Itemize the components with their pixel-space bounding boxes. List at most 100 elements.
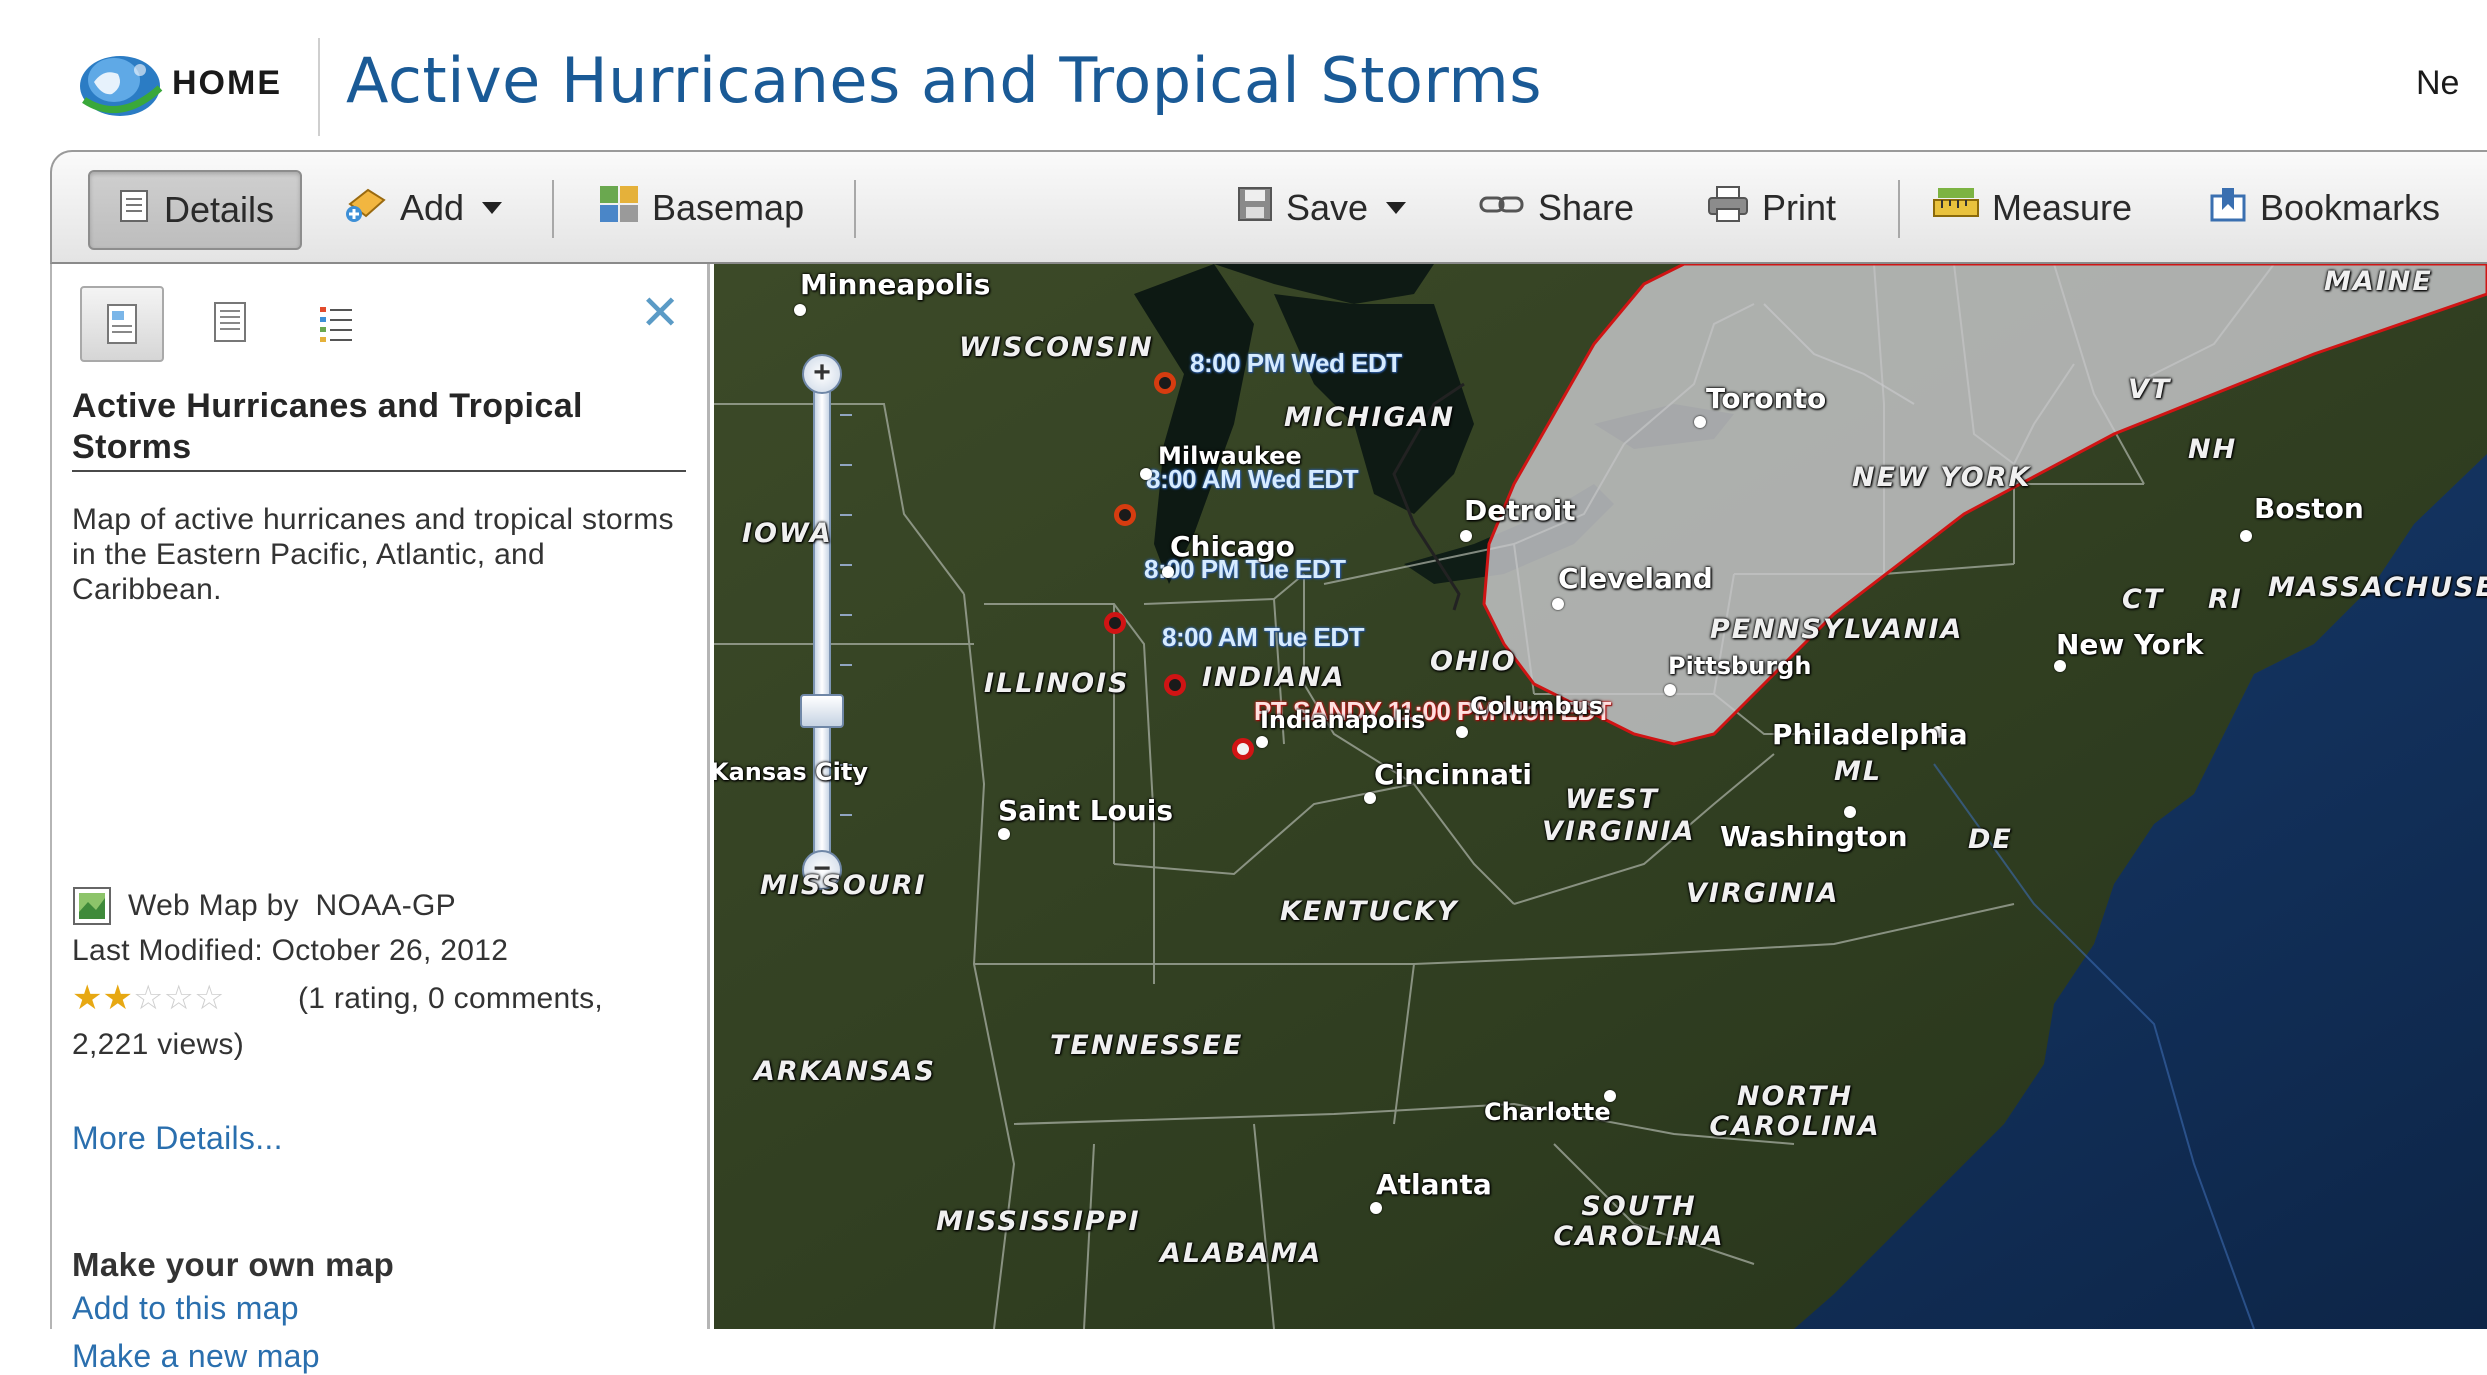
city-marker	[1844, 806, 1856, 818]
globe-logo-icon[interactable]	[74, 42, 166, 122]
rating-stars[interactable]: ★ ★ ☆ ☆ ☆	[72, 980, 224, 1016]
zoom-slider-handle[interactable]	[800, 694, 844, 728]
state-label: MISSISSIPPI	[936, 1206, 1141, 1237]
hurricane-symbol-icon[interactable]	[1232, 738, 1254, 760]
zoom-in-button[interactable]: +	[802, 354, 842, 394]
zoom-tick	[840, 814, 852, 816]
document-icon	[116, 188, 152, 233]
city-label: Cleveland	[1558, 562, 1713, 595]
star-empty-icon[interactable]: ☆	[194, 980, 224, 1016]
city-label: Kansas City	[714, 758, 868, 786]
city-label: Washington	[1720, 820, 1908, 853]
bookmarks-button[interactable]: Bookmarks	[2208, 170, 2440, 246]
basemap-button[interactable]: Basemap	[598, 170, 804, 246]
details-panel: ✕ Active Hurricanes and Tropical Storms …	[50, 264, 710, 1374]
forecast-time-label: 8:00 PM Wed EDT	[1190, 348, 1402, 378]
city-label: Cincinnati	[1374, 758, 1533, 791]
share-button[interactable]: Share	[1478, 170, 1634, 246]
print-button[interactable]: Print	[1706, 170, 1836, 246]
legend-list-icon	[320, 307, 352, 342]
state-label: VT	[2128, 374, 2172, 405]
toolbar-separator	[854, 180, 856, 238]
state-label: ALABAMA	[1160, 1238, 1323, 1269]
details-button[interactable]: Details	[88, 170, 302, 250]
city-marker	[1364, 792, 1376, 804]
map-view[interactable]: 8:00 PM Wed EDT 8:00 AM Wed EDT 8:00 PM …	[714, 264, 2487, 1329]
tab-content[interactable]	[190, 286, 270, 358]
hurricane-symbol-icon[interactable]	[1104, 612, 1126, 634]
make-new-map-link[interactable]: Make a new map	[72, 1338, 320, 1375]
city-label: New York	[2056, 628, 2204, 661]
star-empty-icon[interactable]: ☆	[133, 980, 163, 1016]
home-link[interactable]: HOME	[172, 64, 282, 103]
measure-button[interactable]: Measure	[1932, 170, 2132, 246]
state-label: WISCONSIN	[959, 332, 1154, 363]
toolbar-separator	[1898, 180, 1900, 238]
state-label: IOWA	[742, 518, 833, 549]
zoom-slider-track[interactable]	[813, 376, 831, 870]
make-map-heading: Make your own map	[72, 1246, 395, 1283]
chevron-down-icon	[482, 202, 503, 214]
city-marker	[1140, 468, 1152, 480]
city-marker	[998, 828, 1010, 840]
hurricane-symbol-icon[interactable]	[1154, 372, 1176, 394]
zoom-tick	[840, 464, 852, 466]
more-details-link[interactable]: More Details...	[72, 1120, 283, 1157]
state-label: MASSACHUSE	[2268, 572, 2487, 603]
add-to-map-link[interactable]: Add to this map	[72, 1290, 299, 1327]
city-label: Milwaukee	[1158, 442, 1302, 470]
close-panel-button[interactable]: ✕	[640, 290, 680, 338]
title-underline	[72, 470, 686, 472]
tab-legend[interactable]	[296, 286, 376, 358]
chevron-down-icon	[1386, 202, 1407, 214]
add-button[interactable]: Add	[344, 170, 503, 246]
state-label: RI	[2208, 584, 2243, 615]
zoom-tick	[840, 414, 852, 416]
owner-line: Web Map by NOAA-GP	[72, 886, 456, 926]
city-marker	[1694, 416, 1706, 428]
state-label: SOUTH CAROLINA	[1553, 1191, 1725, 1252]
city-label: Chicago	[1170, 530, 1295, 563]
state-label: VIRGINIA	[1686, 878, 1840, 909]
city-marker	[1162, 566, 1174, 578]
last-modified: Last Modified: October 26, 2012	[72, 934, 509, 967]
state-label: PENNSYLVANIA	[1710, 614, 1964, 645]
ruler-icon	[1932, 186, 1980, 231]
star-filled-icon[interactable]: ★	[102, 980, 132, 1016]
city-label: Indianapolis	[1260, 706, 1426, 734]
add-layer-icon	[344, 184, 388, 233]
state-label: INDIANA	[1202, 662, 1346, 693]
city-label: Pittsburgh	[1668, 652, 1812, 680]
state-label: DE	[1968, 824, 2013, 855]
share-label: Share	[1538, 187, 1635, 228]
city-label: Boston	[2254, 492, 2364, 525]
rating-summary: (1 rating, 0 comments,	[298, 982, 604, 1015]
map-title: Active Hurricanes and Tropical Storms	[72, 387, 583, 466]
state-label: NEW YORK	[1852, 462, 2032, 493]
tab-about[interactable]	[80, 286, 164, 362]
zoom-tick	[840, 664, 852, 666]
state-label: MAINE	[2324, 266, 2433, 297]
hurricane-symbol-icon[interactable]	[1164, 674, 1186, 696]
state-label: CT	[2122, 584, 2165, 615]
owner-link[interactable]: NOAA-GP	[316, 889, 456, 923]
city-marker	[794, 304, 806, 316]
state-label: TENNESSEE	[1050, 1030, 1244, 1061]
hurricane-symbol-icon[interactable]	[1114, 504, 1136, 526]
city-label: Columbus	[1470, 692, 1603, 720]
star-empty-icon[interactable]: ☆	[163, 980, 193, 1016]
app-header: HOME Active Hurricanes and Tropical Stor…	[0, 0, 2487, 150]
save-button[interactable]: Save	[1236, 170, 1407, 246]
save-label: Save	[1286, 187, 1369, 228]
bookmark-icon	[2208, 184, 2248, 233]
city-marker	[1664, 684, 1676, 696]
city-marker	[1456, 726, 1468, 738]
map-description: Map of active hurricanes and tropical st…	[72, 503, 674, 606]
measure-label: Measure	[1992, 187, 2133, 228]
add-label: Add	[400, 187, 465, 228]
header-right-link[interactable]: Ne	[2416, 64, 2487, 103]
star-filled-icon[interactable]: ★	[72, 980, 102, 1016]
zoom-tick	[840, 514, 852, 516]
toolbar-separator	[552, 180, 554, 238]
zoom-tick	[840, 614, 852, 616]
